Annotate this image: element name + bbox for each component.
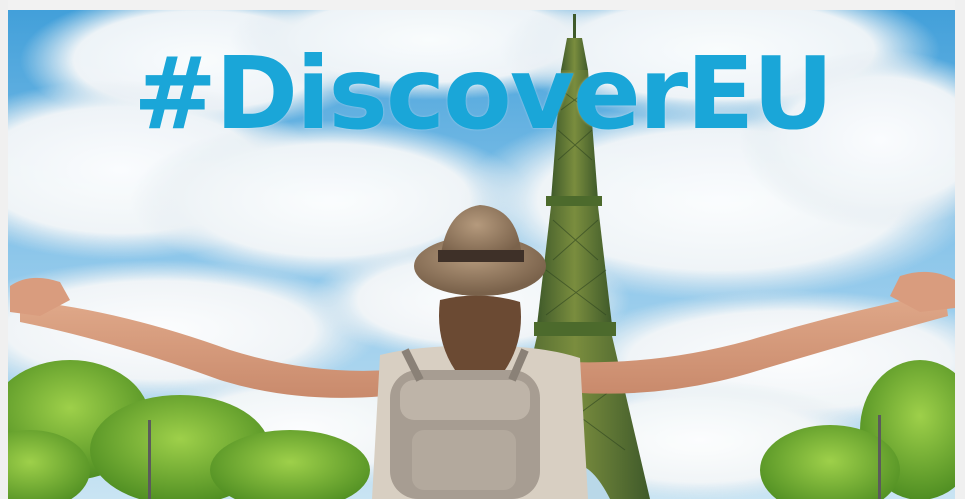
hashtag-title: #DiscoverEU: [133, 35, 833, 152]
frame-top: [0, 0, 965, 10]
frame-left: [0, 0, 8, 499]
frame-right: [955, 0, 965, 499]
discovereu-banner: #DiscoverEU: [0, 0, 965, 499]
